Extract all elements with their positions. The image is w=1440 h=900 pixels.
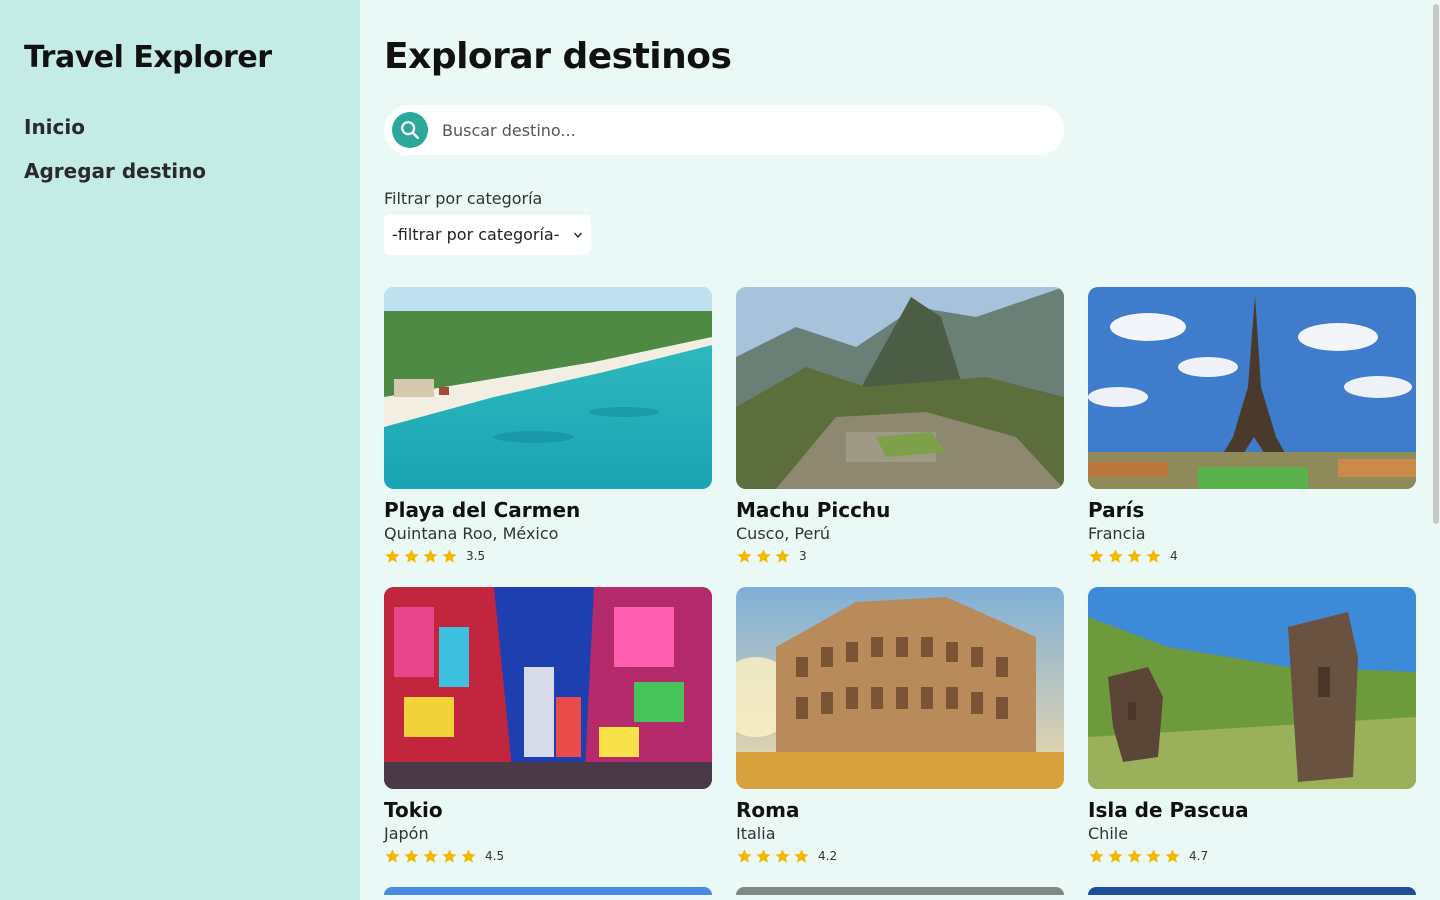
- star-icon: [775, 848, 790, 863]
- app-title: Travel Explorer: [24, 40, 272, 75]
- destination-card[interactable]: Roma Italia 4.2: [736, 587, 1064, 867]
- star-icon: [404, 548, 419, 563]
- star-icon: [1089, 848, 1104, 863]
- destination-photo-partial: [384, 887, 712, 895]
- star-icon: [737, 548, 752, 563]
- rating-stars: [736, 848, 812, 865]
- star-icon: [794, 848, 809, 863]
- rating: 3.5: [384, 545, 712, 567]
- star-icon: [1089, 548, 1104, 563]
- destination-location: Chile: [1088, 824, 1129, 843]
- category-filter-value: -filtrar por categoría-: [392, 225, 560, 244]
- star-icon: [385, 848, 400, 863]
- star-icon: [737, 848, 752, 863]
- rating: 4.5: [384, 845, 712, 867]
- destination-card[interactable]: Isla de Pascua Chile 4.7: [1088, 587, 1416, 867]
- destination-card[interactable]: París Francia 4: [1088, 287, 1416, 567]
- destination-photo-playa: [384, 287, 712, 489]
- search-input[interactable]: [440, 119, 1044, 141]
- destination-card[interactable]: Machu Picchu Cusco, Perú 3: [736, 287, 1064, 567]
- rating-value: 4.7: [1189, 849, 1209, 863]
- rating-value: 3.5: [466, 549, 486, 563]
- destination-photo-partial: [1088, 887, 1416, 895]
- star-icon: [1108, 848, 1123, 863]
- page-scrollbar[interactable]: [1432, 0, 1440, 900]
- destination-location: Quintana Roo, México: [384, 524, 559, 543]
- destination-photo-partial: [736, 887, 1064, 895]
- destination-name: Isla de Pascua: [1088, 798, 1249, 822]
- star-icon: [442, 848, 457, 863]
- rating: 3: [736, 545, 1064, 567]
- star-icon: [442, 548, 457, 563]
- rating-value: 4.5: [485, 849, 505, 863]
- rating-stars: [1088, 548, 1164, 565]
- star-icon: [404, 848, 419, 863]
- star-icon: [1127, 848, 1142, 863]
- destination-photo-paris: [1088, 287, 1416, 489]
- destination-name: París: [1088, 498, 1145, 522]
- destination-location: Italia: [736, 824, 776, 843]
- nav-item-inicio[interactable]: Inicio: [24, 115, 336, 139]
- star-icon: [385, 548, 400, 563]
- rating-value: 4.2: [818, 849, 838, 863]
- star-icon: [756, 548, 771, 563]
- rating: 4.2: [736, 845, 1064, 867]
- search-bar: [384, 105, 1064, 155]
- star-icon: [1108, 548, 1123, 563]
- star-icon: [423, 548, 438, 563]
- category-filter-select[interactable]: -filtrar por categoría-: [384, 214, 591, 255]
- star-icon: [423, 848, 438, 863]
- star-icon: [1127, 548, 1142, 563]
- destination-card[interactable]: Playa del Carmen Quintana Roo, México 3.…: [384, 287, 712, 567]
- star-icon: [1146, 548, 1161, 563]
- destination-name: Machu Picchu: [736, 498, 891, 522]
- main-content: Explorar destinos Filtrar por categoría …: [360, 0, 1432, 900]
- destination-photo-tokio: [384, 587, 712, 789]
- destination-location: Francia: [1088, 524, 1146, 543]
- rating-value: 4: [1170, 549, 1178, 563]
- destination-name: Playa del Carmen: [384, 498, 581, 522]
- star-icon: [461, 848, 476, 863]
- search-icon-glyph: [401, 121, 419, 139]
- destination-card-partial[interactable]: [736, 887, 1064, 895]
- rating: 4.7: [1088, 845, 1416, 867]
- rating-stars: [736, 548, 793, 565]
- star-icon: [1165, 848, 1180, 863]
- search-icon[interactable]: [392, 112, 428, 148]
- destination-card-partial[interactable]: [1088, 887, 1416, 895]
- destinations-grid: Playa del Carmen Quintana Roo, México 3.…: [384, 287, 1416, 895]
- filter-label: Filtrar por categoría: [384, 189, 543, 208]
- nav-item-agregar-destino[interactable]: Agregar destino: [24, 159, 336, 183]
- destination-photo-roma: [736, 587, 1064, 789]
- destination-photo-isla-de-pascua: [1088, 587, 1416, 789]
- destination-name: Roma: [736, 798, 800, 822]
- page-title: Explorar destinos: [384, 36, 732, 77]
- destination-location: Cusco, Perú: [736, 524, 831, 543]
- destination-photo-machu-picchu: [736, 287, 1064, 489]
- star-icon: [756, 848, 771, 863]
- star-icon: [1146, 848, 1161, 863]
- sidebar: Travel Explorer Inicio Agregar destino: [0, 0, 360, 900]
- destination-name: Tokio: [384, 798, 443, 822]
- rating-stars: [384, 548, 460, 565]
- rating-stars: [384, 848, 479, 865]
- rating: 4: [1088, 545, 1416, 567]
- rating-value: 3: [799, 549, 807, 563]
- scrollbar-thumb[interactable]: [1433, 4, 1439, 524]
- destination-card-partial[interactable]: [384, 887, 712, 895]
- chevron-down-icon: [573, 232, 583, 238]
- star-icon: [775, 548, 790, 563]
- rating-stars: [1088, 848, 1183, 865]
- destination-location: Japón: [384, 824, 429, 843]
- destination-card[interactable]: Tokio Japón 4.5: [384, 587, 712, 867]
